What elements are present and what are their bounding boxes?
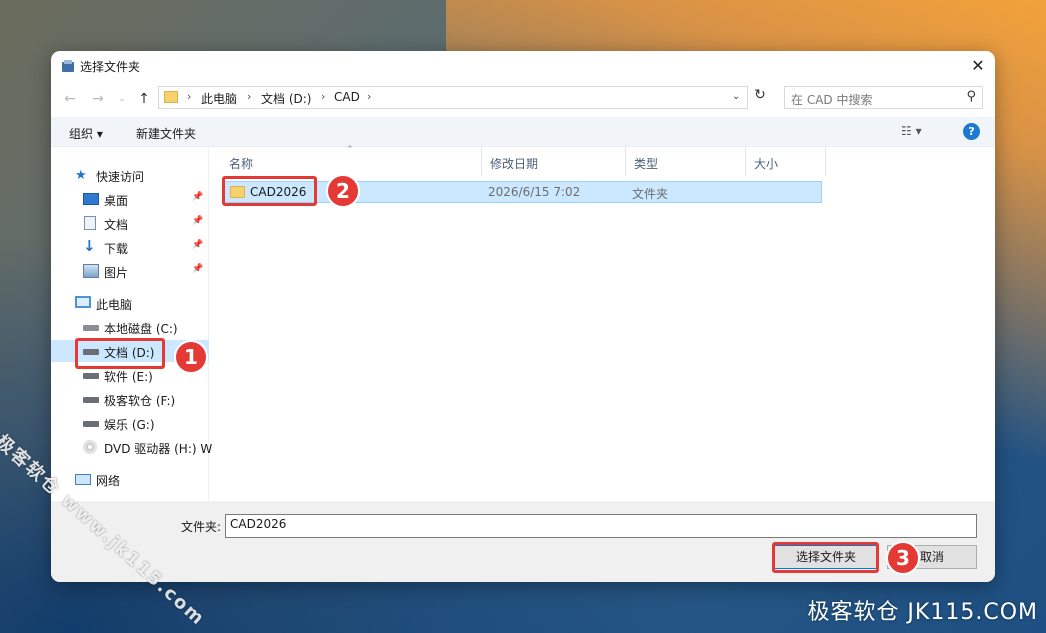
recent-chevron-down-icon[interactable]: ⌄ bbox=[113, 90, 131, 108]
sidebar-item-drive-h[interactable]: DVD 驱动器 (H:) W bbox=[51, 436, 213, 458]
breadcrumb-separator-icon: › bbox=[367, 90, 372, 103]
navigation-pane: ★ 快速访问 桌面 📌 文档 📌 ↓ 下载 📌 图片 📌 此电脑 本地磁盘 (C… bbox=[51, 147, 213, 501]
sidebar-item-label: 极客软仓 (F:) bbox=[104, 394, 176, 408]
network-icon bbox=[75, 474, 91, 485]
drive-icon bbox=[83, 397, 99, 403]
sidebar-item-label: 文档 bbox=[104, 218, 129, 232]
pictures-icon bbox=[83, 264, 99, 278]
pin-icon: 📌 bbox=[192, 240, 204, 250]
breadcrumb-separator-icon: › bbox=[247, 90, 252, 103]
desktop-icon bbox=[83, 193, 99, 205]
back-arrow-icon[interactable]: ← bbox=[61, 90, 79, 108]
sidebar-item-downloads[interactable]: ↓ 下载 📌 bbox=[51, 236, 209, 258]
forward-arrow-icon[interactable]: → bbox=[89, 90, 107, 108]
callout-highlight-select-button bbox=[772, 542, 879, 573]
folder-field-label: 文件夹: bbox=[181, 520, 222, 534]
windows-drive-icon bbox=[83, 325, 99, 331]
column-header-type[interactable]: 类型 bbox=[626, 147, 746, 176]
pin-icon: 📌 bbox=[192, 216, 204, 226]
view-options-icon[interactable]: ☷ ▾ bbox=[901, 124, 922, 138]
sidebar-item-pictures[interactable]: 图片 📌 bbox=[51, 260, 209, 282]
folder-icon bbox=[164, 91, 178, 103]
sidebar-item-label: 此电脑 bbox=[96, 298, 133, 312]
address-dropdown-icon[interactable]: ⌄ bbox=[732, 91, 746, 105]
command-toolbar: 组织 ▾ 新建文件夹 ☷ ▾ ? bbox=[51, 117, 995, 147]
pin-icon: 📌 bbox=[192, 264, 204, 274]
sidebar-item-documents[interactable]: 文档 📌 bbox=[51, 212, 209, 234]
sidebar-item-this-pc[interactable]: 此电脑 bbox=[51, 292, 209, 314]
up-arrow-icon[interactable]: ↑ bbox=[135, 90, 153, 108]
title-bar: 选择文件夹 ✕ bbox=[51, 51, 995, 81]
sidebar-item-label: 本地磁盘 (C:) bbox=[104, 322, 178, 336]
step-badge-2: 2 bbox=[326, 174, 360, 208]
breadcrumb-drive-d[interactable]: 文档 (D:) bbox=[261, 90, 311, 107]
search-placeholder: 在 CAD 中搜索 bbox=[791, 93, 873, 107]
sidebar-item-label: 软件 (E:) bbox=[104, 370, 153, 384]
column-header-size[interactable]: 大小 bbox=[746, 147, 826, 176]
column-type-label: 类型 bbox=[634, 157, 659, 171]
step-badge-1: 1 bbox=[174, 340, 208, 374]
search-input[interactable]: 在 CAD 中搜索 ⚲ bbox=[784, 86, 983, 109]
sidebar-item-network[interactable]: 网络 bbox=[51, 468, 209, 490]
select-folder-dialog: 选择文件夹 ✕ ← → ⌄ ↑ › 此电脑 › 文档 (D:) › CAD › … bbox=[51, 51, 995, 582]
file-list: ⌃ 名称 修改日期 类型 大小 CAD2026 2026/6/15 7:02 文… bbox=[209, 145, 995, 501]
row-type: 文件夹 bbox=[632, 187, 669, 201]
new-folder-button[interactable]: 新建文件夹 bbox=[136, 125, 196, 142]
breadcrumb-cad[interactable]: CAD bbox=[334, 90, 360, 104]
pin-icon: 📌 bbox=[192, 192, 204, 202]
sidebar-item-drive-c[interactable]: 本地磁盘 (C:) bbox=[51, 316, 209, 338]
sidebar-item-label: 桌面 bbox=[104, 194, 129, 208]
breadcrumb-separator-icon: › bbox=[187, 90, 192, 103]
column-name-label: 名称 bbox=[229, 157, 254, 171]
close-button[interactable]: ✕ bbox=[967, 55, 989, 77]
computer-icon bbox=[75, 296, 91, 308]
breadcrumb-this-pc[interactable]: 此电脑 bbox=[201, 90, 237, 107]
star-icon: ★ bbox=[75, 168, 87, 183]
folder-name-input[interactable]: CAD2026 bbox=[225, 514, 977, 538]
dvd-icon bbox=[83, 440, 97, 454]
refresh-icon[interactable]: ↻ bbox=[751, 87, 769, 107]
sidebar-item-label: 娱乐 (G:) bbox=[104, 418, 155, 432]
callout-highlight-drive-d bbox=[75, 338, 165, 369]
sidebar-item-label: 网络 bbox=[96, 474, 121, 488]
watermark-corner: 极客软仓 JK115.COM bbox=[807, 600, 1038, 625]
help-icon[interactable]: ? bbox=[963, 123, 980, 140]
sidebar-item-label: 快速访问 bbox=[96, 170, 145, 184]
window-title: 选择文件夹 bbox=[80, 60, 141, 74]
column-header-name[interactable]: 名称 bbox=[221, 147, 482, 176]
column-header-modified[interactable]: 修改日期 bbox=[482, 147, 626, 176]
column-size-label: 大小 bbox=[754, 157, 779, 171]
row-modified: 2026/6/15 7:02 bbox=[488, 185, 581, 199]
navigation-bar: ← → ⌄ ↑ › 此电脑 › 文档 (D:) › CAD › ⌄ ↻ 在 CA… bbox=[51, 81, 995, 117]
column-modified-label: 修改日期 bbox=[490, 157, 539, 171]
address-bar[interactable]: › 此电脑 › 文档 (D:) › CAD › ⌄ bbox=[158, 86, 748, 109]
drive-icon bbox=[83, 373, 99, 379]
sidebar-item-drive-g[interactable]: 娱乐 (G:) bbox=[51, 412, 209, 434]
download-arrow-icon: ↓ bbox=[83, 237, 96, 255]
sidebar-item-label: 图片 bbox=[104, 266, 129, 280]
callout-highlight-cad2026 bbox=[222, 176, 317, 206]
breadcrumb-separator-icon: › bbox=[321, 90, 326, 103]
sidebar-item-label: DVD 驱动器 (H:) W bbox=[104, 442, 213, 456]
sidebar-item-quick-access[interactable]: ★ 快速访问 bbox=[51, 164, 209, 186]
drive-icon bbox=[83, 421, 99, 427]
sidebar-item-label: 下载 bbox=[104, 242, 129, 256]
search-icon[interactable]: ⚲ bbox=[966, 89, 976, 104]
step-badge-3: 3 bbox=[886, 541, 920, 575]
document-icon bbox=[84, 216, 96, 230]
sidebar-item-desktop[interactable]: 桌面 📌 bbox=[51, 188, 209, 210]
sidebar-item-drive-f[interactable]: 极客软仓 (F:) bbox=[51, 388, 209, 410]
organize-menu[interactable]: 组织 ▾ bbox=[69, 125, 103, 142]
app-icon bbox=[62, 60, 74, 72]
